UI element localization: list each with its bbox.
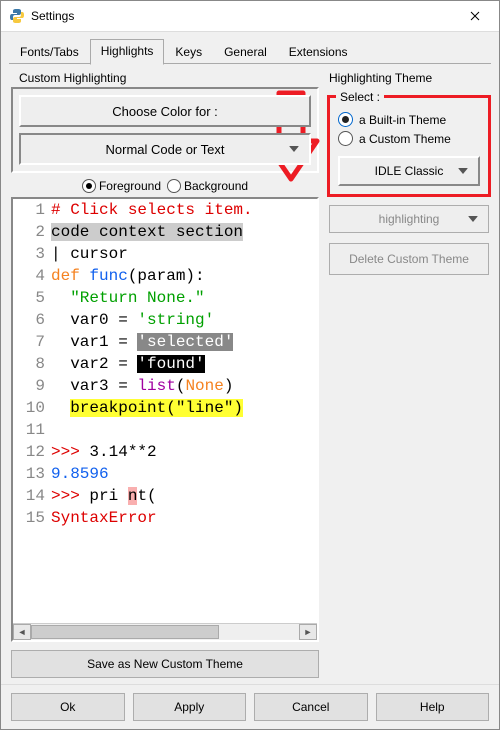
builtin-theme-radio[interactable]: a Built-in Theme bbox=[338, 112, 480, 127]
custom-highlighting-label: Custom Highlighting bbox=[11, 69, 319, 87]
tab-highlights[interactable]: Highlights bbox=[90, 39, 165, 65]
tab-extensions[interactable]: Extensions bbox=[278, 40, 359, 65]
ok-button[interactable]: Ok bbox=[11, 693, 125, 721]
close-button[interactable] bbox=[453, 2, 497, 30]
python-icon bbox=[9, 8, 25, 24]
custom-highlighting-panel: Custom Highlighting Choose Color for : N… bbox=[11, 69, 319, 678]
element-select-button[interactable]: Normal Code or Text bbox=[19, 133, 311, 165]
theme-dropdown[interactable]: IDLE Classic bbox=[338, 156, 480, 186]
tab-fonts-tabs[interactable]: Fonts/Tabs bbox=[9, 40, 90, 65]
window-title: Settings bbox=[31, 9, 453, 23]
chevron-down-icon bbox=[458, 168, 468, 174]
highlighting-theme-label: Highlighting Theme bbox=[329, 69, 489, 87]
save-as-new-theme-button[interactable]: Save as New Custom Theme bbox=[11, 650, 319, 678]
radio-icon bbox=[82, 179, 96, 193]
chevron-down-icon bbox=[289, 146, 299, 152]
theme-select-group: Select : a Built-in Theme a Custom Theme… bbox=[329, 97, 489, 195]
settings-window: Settings Fonts/TabsHighlightsKeysGeneral… bbox=[0, 0, 500, 730]
tab-content-highlights: Custom Highlighting Choose Color for : N… bbox=[1, 65, 499, 684]
tabs: Fonts/TabsHighlightsKeysGeneralExtension… bbox=[1, 32, 499, 64]
code-lines[interactable]: 1# Click selects item.2code context sect… bbox=[13, 199, 317, 529]
dialog-buttons: Ok Apply Cancel Help bbox=[1, 684, 499, 729]
scroll-left-icon[interactable]: ◄ bbox=[13, 624, 31, 640]
tab-general[interactable]: General bbox=[213, 40, 278, 65]
color-picker-panel: Choose Color for : Normal Code or Text bbox=[11, 87, 319, 173]
delete-custom-theme-button[interactable]: Delete Custom Theme bbox=[329, 243, 489, 275]
choose-color-button[interactable]: Choose Color for : bbox=[19, 95, 311, 127]
fg-bg-radios: Foreground Background bbox=[11, 173, 319, 197]
background-radio[interactable]: Background bbox=[167, 179, 248, 193]
foreground-radio[interactable]: Foreground bbox=[82, 179, 161, 193]
radio-icon bbox=[338, 112, 353, 127]
horizontal-scrollbar[interactable]: ◄ ► bbox=[13, 623, 317, 640]
select-label: Select : bbox=[336, 90, 384, 104]
sample-code-box: 1# Click selects item.2code context sect… bbox=[11, 197, 319, 642]
apply-button[interactable]: Apply bbox=[133, 693, 247, 721]
scroll-right-icon[interactable]: ► bbox=[299, 624, 317, 640]
chevron-down-icon bbox=[468, 216, 478, 222]
help-button[interactable]: Help bbox=[376, 693, 490, 721]
radio-icon bbox=[167, 179, 181, 193]
close-icon bbox=[470, 11, 480, 21]
cancel-button[interactable]: Cancel bbox=[254, 693, 368, 721]
highlighting-theme-panel: Highlighting Theme Select : a Built-in T… bbox=[329, 69, 489, 678]
titlebar: Settings bbox=[1, 1, 499, 32]
radio-icon bbox=[338, 131, 353, 146]
custom-theme-radio[interactable]: a Custom Theme bbox=[338, 131, 480, 146]
highlighting-dropdown[interactable]: highlighting bbox=[329, 205, 489, 233]
tab-keys[interactable]: Keys bbox=[164, 40, 213, 65]
